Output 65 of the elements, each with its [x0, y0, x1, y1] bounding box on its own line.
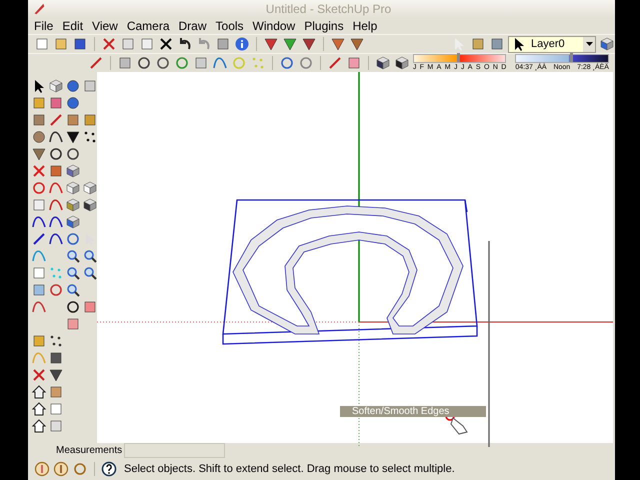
zoom-icon[interactable] [65, 282, 81, 298]
house-icon[interactable] [31, 384, 47, 400]
window-title: Untitled - SketchUp Pro [264, 2, 392, 16]
menu-item[interactable]: Plugins [304, 19, 344, 33]
pencil-icon[interactable] [88, 55, 104, 71]
cube-icon[interactable] [374, 55, 391, 71]
globe-icon[interactable] [65, 78, 81, 94]
house-icon[interactable] [31, 401, 47, 417]
figure-icon[interactable] [349, 36, 365, 52]
layer-dropdown[interactable]: Layer0 [508, 36, 596, 52]
measurements-field[interactable] [124, 443, 225, 458]
rectangle-icon[interactable] [31, 112, 47, 128]
figure-icon[interactable] [282, 36, 298, 52]
figure-icon[interactable] [65, 129, 81, 145]
time-slider[interactable] [515, 54, 609, 63]
app-logo-icon [32, 2, 46, 16]
menu-item[interactable]: Tools [216, 19, 244, 33]
figure-icon[interactable] [330, 36, 346, 52]
circle-icon[interactable] [136, 55, 152, 71]
caret-icon [586, 42, 592, 46]
loop-icon[interactable] [278, 55, 295, 71]
slider-thumb[interactable] [570, 53, 573, 62]
dots-icon[interactable] [48, 265, 64, 281]
cube-icon[interactable] [82, 180, 97, 196]
figure-icon[interactable] [48, 333, 64, 349]
menu-item[interactable]: Draw [178, 19, 207, 33]
menu-item[interactable]: File [34, 19, 54, 33]
menu-item[interactable]: View [92, 19, 118, 33]
circle-icon[interactable] [31, 129, 47, 145]
line-icon[interactable] [326, 55, 343, 71]
date-slider[interactable] [412, 54, 506, 63]
cube-icon[interactable] [82, 197, 97, 213]
menu-item[interactable]: Window [252, 19, 296, 33]
info-icon[interactable] [234, 36, 250, 52]
figure-icon[interactable] [301, 36, 317, 52]
arch-icon[interactable] [31, 299, 47, 315]
status-text: Select objects. Shift to extend select. Drag mouse to select multiple. [124, 463, 455, 475]
zoom-icon[interactable] [65, 248, 81, 264]
zoom-icon[interactable] [65, 265, 81, 281]
tooltip: Soften/Smooth Edges [340, 406, 486, 417]
cube-icon[interactable] [394, 55, 410, 71]
curve-icon[interactable] [48, 231, 64, 247]
figure-icon[interactable] [263, 36, 279, 52]
arc-icon[interactable] [48, 129, 64, 145]
circle-icon[interactable] [48, 282, 64, 298]
polygon-icon[interactable] [31, 146, 47, 162]
menu-item[interactable]: Help [352, 19, 378, 33]
undo-icon[interactable] [177, 36, 193, 52]
menu-item[interactable]: Camera [126, 19, 170, 33]
slider-thumb[interactable] [456, 53, 460, 62]
delete-icon[interactable] [158, 36, 174, 52]
curve-icon[interactable] [31, 214, 47, 230]
help-icon[interactable] [101, 461, 117, 477]
shape-icon[interactable] [116, 55, 133, 71]
figure-icon[interactable] [48, 350, 64, 366]
menu-item[interactable]: Edit [62, 19, 84, 33]
ellipse-icon[interactable] [154, 55, 171, 71]
zoom-icon[interactable] [82, 265, 97, 281]
measurements-label: Measurements [56, 445, 122, 456]
zoom-icon[interactable] [82, 248, 97, 264]
pencil-icon[interactable] [48, 112, 64, 128]
house-icon[interactable] [31, 418, 47, 434]
line-icon[interactable] [31, 231, 47, 247]
layer-icon[interactable] [599, 36, 615, 52]
globe-icon[interactable] [65, 95, 81, 111]
